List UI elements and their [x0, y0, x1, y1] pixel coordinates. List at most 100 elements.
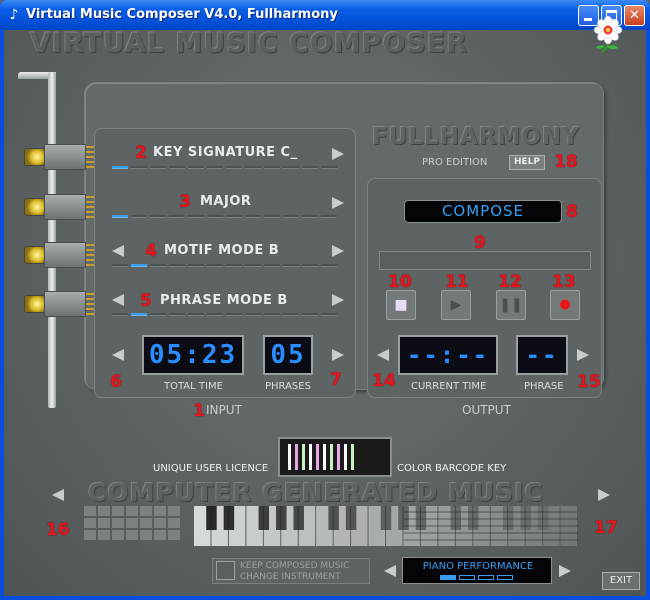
banner-next-arrow[interactable]	[598, 489, 610, 501]
piano-black-key	[293, 506, 304, 530]
piano-black-key	[258, 506, 270, 530]
barcode-bar	[323, 444, 326, 470]
phrase-display: --	[516, 335, 568, 375]
phrase-next-arrow[interactable]	[577, 349, 589, 361]
keep-music-label: KEEP COMPOSED MUSIC	[240, 561, 350, 571]
input-section-label: INPUT	[206, 403, 242, 417]
exit-button[interactable]: EXIT	[602, 572, 640, 590]
current-time-prev-arrow[interactable]	[377, 349, 389, 361]
piano-black-key	[345, 506, 357, 530]
flower-icon	[593, 15, 623, 53]
callout-badge: 14	[372, 371, 396, 391]
input-connector	[24, 287, 100, 321]
total-time-display: 05:23	[142, 335, 244, 375]
compose-progress-bar	[379, 251, 591, 270]
motif-prev-arrow[interactable]	[112, 245, 124, 257]
stop-icon: ■	[394, 297, 408, 313]
instrument-next-arrow[interactable]	[559, 565, 571, 577]
title-bar[interactable]: ♪ Virtual Music Composer V4.0, Fullharmo…	[0, 0, 650, 30]
motif-next-arrow[interactable]	[332, 245, 344, 257]
record-button[interactable]: ●	[550, 290, 580, 320]
barcode-bar	[337, 444, 340, 470]
help-button[interactable]: HELP	[509, 155, 545, 170]
instrument-prev-arrow[interactable]	[384, 565, 396, 577]
piano-keyboard	[194, 506, 578, 546]
callout-badge: 12	[498, 272, 522, 292]
instrument-slot	[497, 575, 513, 580]
input-connector	[24, 140, 100, 174]
barcode-bar	[295, 444, 298, 470]
keep-music-checkbox[interactable]	[216, 561, 235, 580]
user-licence-label: UNIQUE USER LICENCE	[153, 463, 269, 474]
motif-slots	[112, 264, 337, 268]
fullharmony-brand: FULLHARMONY	[372, 124, 580, 150]
pause-button[interactable]: ❚❚	[496, 290, 526, 320]
piano-black-key	[380, 506, 392, 530]
key-signature-label: KEY SIGNATURE C_	[153, 145, 298, 160]
callout-badge: 10	[388, 272, 412, 292]
piano-black-key	[223, 506, 235, 530]
play-icon: ▶	[450, 297, 462, 313]
edition-label: PRO EDITION	[422, 157, 488, 168]
phrase-mode-slots	[112, 313, 337, 317]
callout-badge: 3	[179, 192, 191, 212]
scale-slots	[112, 215, 337, 219]
instrument-slot	[459, 575, 475, 580]
instrument-slot	[440, 575, 456, 580]
phrases-label: PHRASES	[265, 381, 311, 392]
callout-badge: 4	[145, 241, 157, 261]
barcode-bar	[309, 444, 312, 470]
generated-music-banner: COMPUTER GENERATED MUSIC	[88, 478, 544, 507]
compose-button[interactable]: COMPOSE	[404, 200, 562, 223]
record-icon: ●	[559, 297, 571, 312]
banner-prev-arrow[interactable]	[52, 489, 64, 501]
callout-badge: 8	[566, 202, 578, 222]
barcode-key-label: COLOR BARCODE KEY	[397, 463, 507, 474]
input-connector	[24, 190, 100, 224]
callout-badge: 2	[135, 143, 147, 163]
phrase-mode-next-arrow[interactable]	[332, 294, 344, 306]
color-barcode	[278, 437, 392, 477]
barcode-bar	[316, 444, 319, 470]
callout-badge: 6	[110, 372, 122, 392]
scale-next-arrow[interactable]	[332, 197, 344, 209]
instrument-slot	[478, 575, 494, 580]
callout-badge: 11	[445, 272, 469, 292]
scale-mode-label: MAJOR	[200, 194, 252, 209]
input-connector	[24, 238, 100, 272]
phrases-next-arrow[interactable]	[332, 349, 344, 361]
callout-badge: 1	[193, 401, 205, 421]
callout-badge: 17	[594, 518, 618, 538]
instrument-slots	[440, 575, 513, 580]
total-time-prev-arrow[interactable]	[112, 349, 124, 361]
callout-badge: 15	[577, 372, 601, 392]
phrase-label: PHRASE	[524, 381, 564, 392]
stop-button[interactable]: ■	[386, 290, 416, 320]
play-button[interactable]: ▶	[441, 290, 471, 320]
callout-badge: 9	[474, 233, 486, 253]
barcode-bar	[288, 444, 291, 470]
barcode-bar	[330, 444, 333, 470]
callout-badge: 13	[552, 272, 576, 292]
total-time-label: TOTAL TIME	[164, 381, 223, 392]
phrases-display: 05	[263, 335, 313, 375]
callout-badge: 16	[46, 520, 70, 540]
piano-black-key	[328, 506, 339, 530]
instrument-display[interactable]: PIANO PERFORMANCE	[402, 557, 552, 584]
callout-badge: 5	[140, 291, 152, 311]
output-section-label: OUTPUT	[462, 403, 511, 417]
piano-black-key	[276, 506, 287, 530]
key-signature-next-arrow[interactable]	[332, 148, 344, 160]
phrase-mode-prev-arrow[interactable]	[112, 294, 124, 306]
key-signature-slots	[112, 166, 337, 170]
window-title: Virtual Music Composer V4.0, Fullharmony	[26, 7, 338, 22]
callout-badge: 7	[330, 370, 342, 390]
app-logo-title: VIRTUAL MUSIC COMPOSER	[30, 28, 469, 59]
callout-badge: 18	[554, 152, 578, 172]
barcode-bar	[344, 444, 347, 470]
barcode-bar	[302, 444, 305, 470]
change-instrument-label: CHANGE INSTRUMENT	[240, 572, 341, 582]
instrument-label: PIANO PERFORMANCE	[422, 561, 534, 572]
pause-icon: ❚❚	[499, 297, 523, 313]
music-note-icon: ♪	[9, 7, 19, 23]
